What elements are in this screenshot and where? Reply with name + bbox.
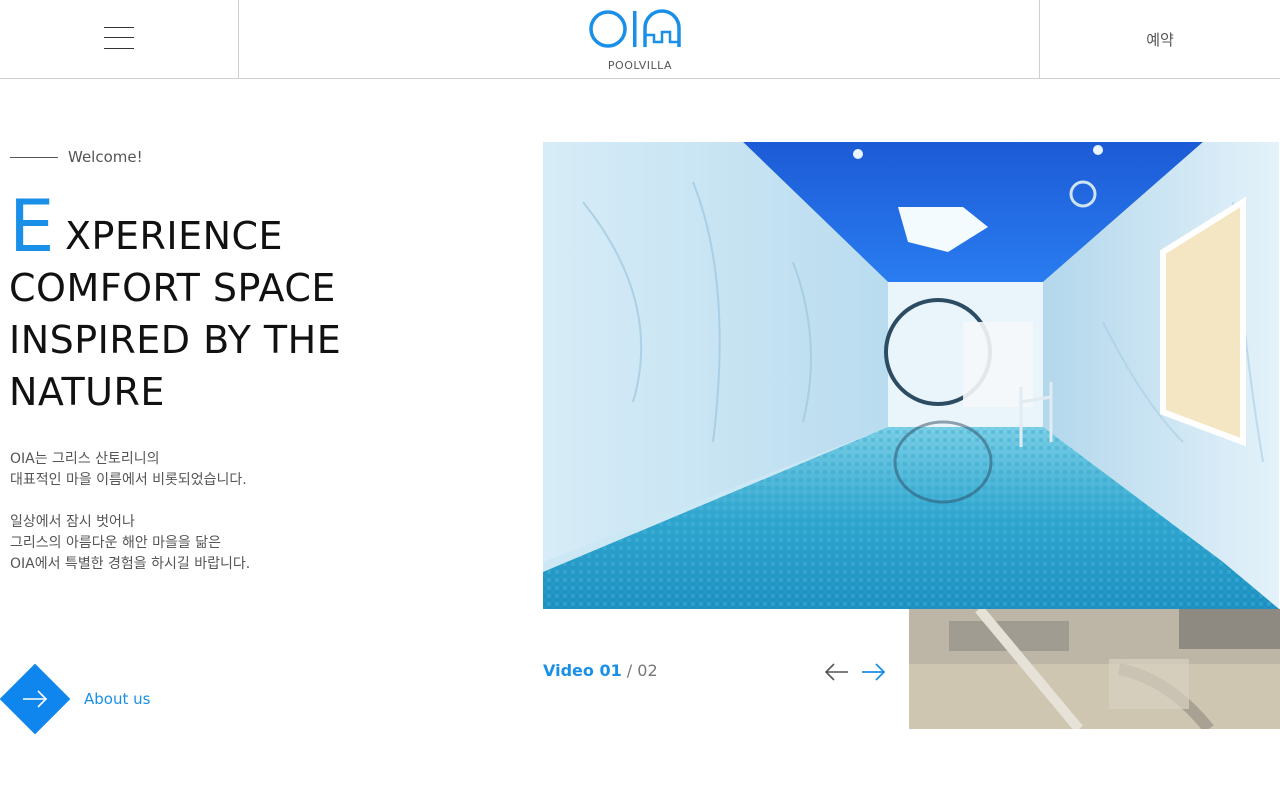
- headline-initial: E: [9, 184, 55, 268]
- headline-line-2: COMFORT SPACE: [9, 266, 336, 310]
- thumbnail-image: [909, 609, 1280, 729]
- desc-line: OIA는 그리스 산토리니의: [10, 451, 160, 467]
- about-us-link[interactable]: About us: [0, 663, 150, 735]
- hamburger-icon: [104, 27, 134, 49]
- slide-total: 02: [637, 661, 658, 680]
- hero-headline: E XPERIENCE COMFORT SPACE INSPIRED BY TH…: [9, 186, 341, 418]
- menu-button[interactable]: [0, 0, 239, 78]
- next-video-thumbnail[interactable]: [909, 609, 1280, 729]
- arrow-right-icon: [862, 663, 886, 681]
- welcome-tag: Welcome!: [10, 148, 143, 166]
- welcome-text: Welcome!: [68, 148, 143, 166]
- about-us-label[interactable]: About us: [84, 690, 150, 708]
- site-logo[interactable]: POOLVILLA: [588, 8, 692, 72]
- arrow-right-icon: [23, 690, 48, 708]
- headline-line-3: INSPIRED BY THE: [9, 318, 342, 362]
- desc-line: OIA에서 특별한 경험을 하시길 바랍니다.: [10, 556, 251, 572]
- slide-counter: Video 01 / 02: [543, 661, 658, 680]
- desc-line: 일상에서 잠시 벗어나: [10, 514, 135, 530]
- welcome-divider: [10, 156, 58, 158]
- desc-line: 대표적인 마을 이름에서 비롯되었습니다.: [10, 472, 247, 488]
- next-slide-button[interactable]: [860, 660, 886, 684]
- logo-subtitle: POOLVILLA: [607, 59, 673, 72]
- pool-video-image: [543, 142, 1279, 609]
- oia-logo-icon: [589, 9, 681, 48]
- slide-current: Video 01: [543, 661, 622, 680]
- headline-line-4: NATURE: [9, 370, 165, 414]
- site-header: POOLVILLA 예약: [0, 0, 1280, 79]
- about-diamond-button[interactable]: [0, 663, 71, 735]
- reserve-label: 예약: [1146, 30, 1174, 49]
- reserve-link[interactable]: 예약: [1039, 0, 1280, 78]
- desc-line: 그리스의 아름다운 해안 마을을 닮은: [10, 535, 221, 551]
- headline-line-1: XPERIENCE: [65, 214, 284, 258]
- slide-separator: /: [621, 661, 638, 680]
- arrow-left-icon: [824, 663, 848, 681]
- hero-description: OIA는 그리스 산토리니의 대표적인 마을 이름에서 비롯되었습니다. 일상에…: [10, 449, 250, 575]
- hero-video[interactable]: [543, 142, 1279, 609]
- prev-slide-button[interactable]: [824, 660, 850, 684]
